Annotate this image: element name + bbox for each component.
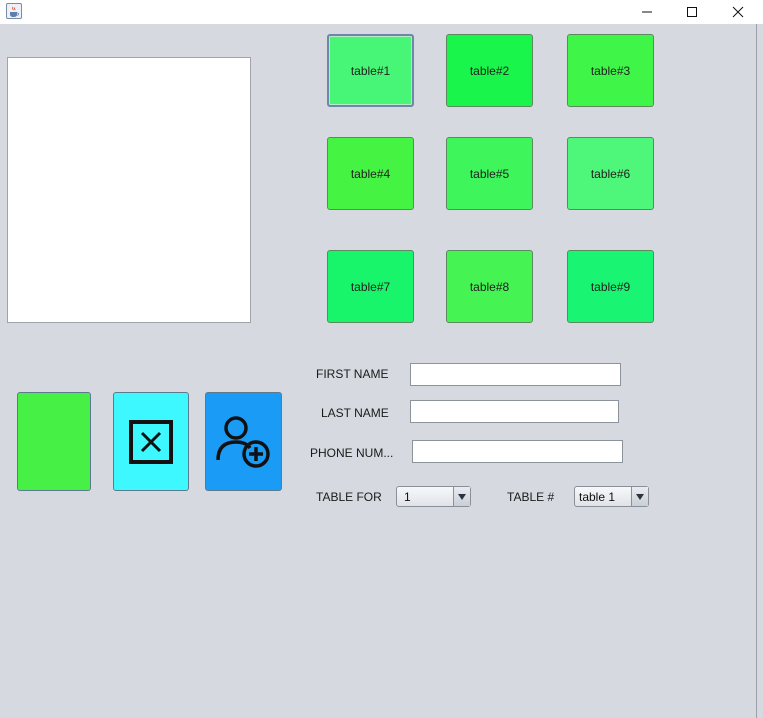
phone-number-label: PHONE NUM... — [310, 446, 394, 460]
party-size-value: 1 — [404, 490, 411, 504]
table-8-label: table#8 — [469, 279, 510, 294]
maximize-icon — [687, 7, 697, 17]
table-9-label: table#9 — [590, 279, 631, 294]
table-number-label: TABLE # — [507, 490, 555, 504]
table-2-button[interactable]: table#2 — [446, 34, 533, 107]
table-8-button[interactable]: table#8 — [446, 250, 533, 323]
chevron-down-icon[interactable] — [453, 487, 470, 506]
last-name-label: LAST NAME — [321, 406, 389, 420]
minimize-icon — [642, 11, 652, 13]
confirm-reservation-button[interactable] — [17, 392, 91, 491]
maximize-button[interactable] — [669, 0, 715, 24]
table-4-label: table#4 — [350, 166, 391, 181]
table-5-button[interactable]: table#5 — [446, 137, 533, 210]
reservation-list-panel[interactable] — [7, 57, 251, 323]
last-name-field[interactable] — [410, 400, 619, 423]
delete-reservation-button[interactable] — [113, 392, 189, 491]
party-size-select[interactable]: 1 — [396, 486, 471, 507]
table-3-button[interactable]: table#3 — [567, 34, 654, 107]
table-9-button[interactable]: table#9 — [567, 250, 654, 323]
java-cup-icon — [6, 3, 22, 19]
table-7-label: table#7 — [350, 279, 391, 294]
close-button[interactable] — [715, 0, 761, 24]
close-icon — [732, 6, 744, 18]
table-6-label: table#6 — [590, 166, 631, 181]
delete-box-icon — [129, 419, 173, 464]
add-user-icon — [215, 415, 270, 468]
minimize-button[interactable] — [624, 0, 670, 24]
table-2-label: table#2 — [469, 63, 510, 78]
table-1-label: table#1 — [350, 63, 391, 78]
table-4-button[interactable]: table#4 — [327, 137, 414, 210]
table-for-label: TABLE FOR — [316, 490, 382, 504]
phone-number-field[interactable] — [412, 440, 623, 463]
table-7-button[interactable]: table#7 — [327, 250, 414, 323]
title-bar — [0, 0, 763, 24]
first-name-field[interactable] — [410, 363, 621, 386]
window-edge — [756, 0, 757, 718]
table-3-label: table#3 — [590, 63, 631, 78]
chevron-down-icon[interactable] — [631, 487, 648, 506]
add-user-button[interactable] — [205, 392, 282, 491]
table-5-label: table#5 — [469, 166, 510, 181]
table-number-value: table 1 — [579, 490, 616, 504]
table-number-select[interactable]: table 1 — [574, 486, 649, 507]
table-6-button[interactable]: table#6 — [567, 137, 654, 210]
first-name-label: FIRST NAME — [316, 367, 389, 381]
table-1-button[interactable]: table#1 — [327, 34, 414, 107]
